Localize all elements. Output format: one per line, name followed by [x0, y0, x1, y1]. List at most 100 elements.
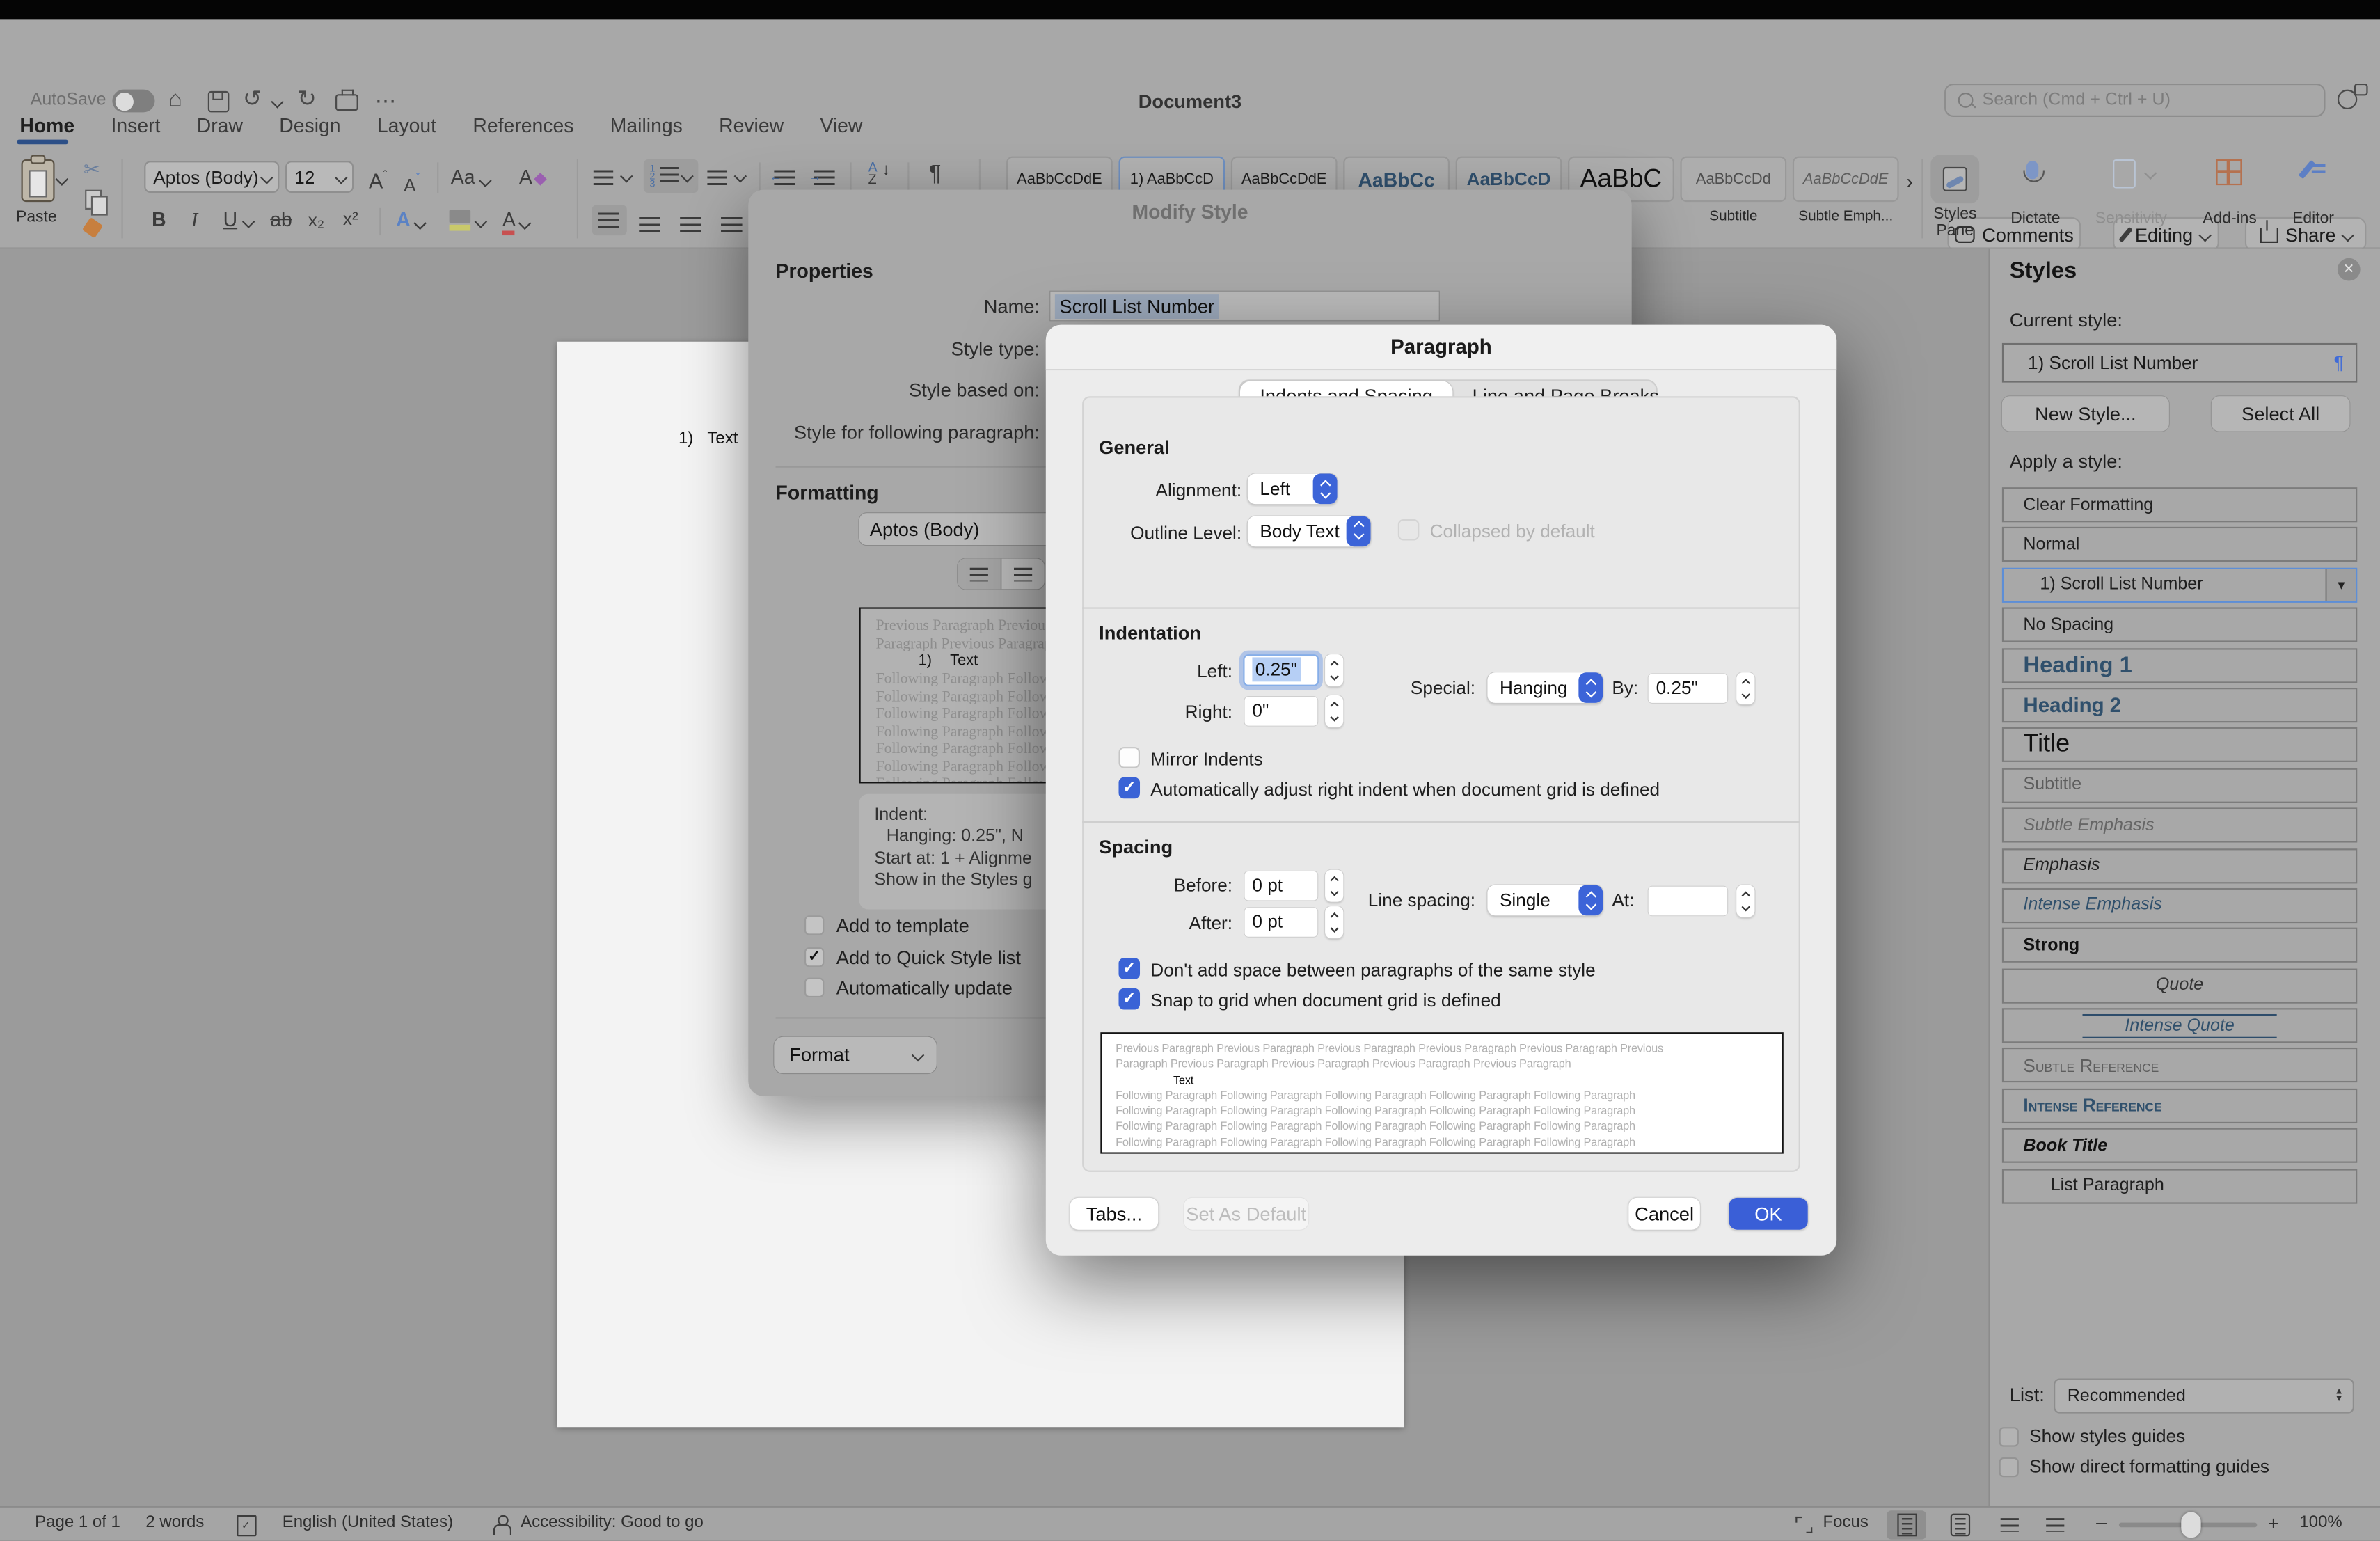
view-print-layout-button[interactable]	[1887, 1510, 1926, 1538]
format-painter-icon[interactable]	[82, 217, 103, 238]
underline-chevron-icon[interactable]	[243, 215, 255, 227]
new-style-button[interactable]: New Style...	[2002, 396, 2169, 431]
ribbon-tab[interactable]: Insert	[111, 114, 160, 137]
word-count[interactable]: 2 words	[145, 1514, 204, 1532]
italic-button[interactable]: I	[191, 210, 198, 229]
style-list-item[interactable]: Subtitle	[2002, 768, 2357, 803]
line-spacing-select[interactable]: Single	[1487, 885, 1603, 916]
ribbon-tab[interactable]: Home	[19, 114, 74, 137]
styles-pane-close-button[interactable]: ✕	[2338, 258, 2361, 281]
ribbon-tab[interactable]: Mailings	[610, 114, 683, 137]
spacing-before-input[interactable]: 0 pt	[1245, 871, 1318, 899]
page-indicator[interactable]: Page 1 of 1	[35, 1514, 120, 1532]
zoom-slider-knob[interactable]	[2181, 1512, 2200, 1538]
view-outline-button[interactable]	[1990, 1510, 2029, 1538]
select-all-button[interactable]: Select All	[2212, 396, 2349, 431]
cancel-button[interactable]: Cancel	[1628, 1198, 1700, 1230]
grow-font-icon[interactable]: Aˆ	[369, 166, 387, 191]
ribbon-tab[interactable]: References	[473, 114, 573, 137]
align-center-button[interactable]	[639, 212, 660, 239]
bullets-dropdown[interactable]	[594, 166, 613, 193]
snap-to-grid-checkbox-checked[interactable]	[1118, 988, 1140, 1010]
style-list-item[interactable]: Emphasis	[2002, 848, 2357, 883]
superscript-button[interactable]: x²	[343, 210, 358, 229]
gallery-expand-icon[interactable]: ›	[1906, 170, 1912, 193]
indent-right-input[interactable]: 0"	[1245, 696, 1318, 725]
indent-left-stepper[interactable]	[1325, 654, 1343, 686]
text-effects-dropdown[interactable]: A	[396, 210, 423, 229]
doc-text[interactable]: Text	[707, 429, 738, 448]
decrease-indent-button[interactable]: ←	[774, 166, 795, 193]
at-stepper[interactable]	[1736, 885, 1754, 917]
style-list-item[interactable]: Quote	[2002, 968, 2357, 1003]
style-list-item[interactable]: Title	[2002, 728, 2357, 763]
format-menu-button[interactable]: Format	[774, 1037, 936, 1073]
ribbon-tab[interactable]: Review	[719, 114, 784, 137]
highlight-dropdown[interactable]	[450, 210, 471, 223]
style-list-item[interactable]: Book Title	[2002, 1128, 2357, 1163]
numbering-dropdown-selected[interactable]: 123	[644, 159, 699, 193]
language-indicator[interactable]: English (United States)	[283, 1514, 453, 1532]
dictate-icon[interactable]	[2026, 159, 2038, 187]
font-name-select[interactable]: Aptos (Body)	[144, 161, 279, 193]
style-list-item[interactable]: Clear Formatting	[2002, 487, 2357, 522]
by-input[interactable]: 0.25"	[1649, 673, 1727, 702]
style-list-item[interactable]: Intense Quote	[2002, 1008, 2357, 1043]
style-list-item[interactable]: Heading 2	[2002, 688, 2357, 722]
style-gallery-tile[interactable]: AaBbCcDdESubtle Emph...	[1793, 157, 1899, 225]
special-select[interactable]: Hanging	[1487, 672, 1603, 703]
ok-button[interactable]: OK	[1729, 1198, 1807, 1230]
spacing-before-stepper[interactable]	[1325, 870, 1343, 902]
sort-button[interactable]: AZ↓	[868, 161, 878, 185]
zoom-in-button[interactable]: +	[2268, 1512, 2280, 1535]
style-list-item[interactable]: 1) Scroll List Number	[2002, 567, 2357, 602]
auto-adjust-checkbox-checked[interactable]	[1118, 777, 1140, 799]
align-right-button[interactable]	[680, 212, 701, 239]
style-list-item[interactable]: Intense Reference	[2002, 1089, 2357, 1123]
align-justify-button[interactable]	[721, 212, 743, 239]
cut-icon[interactable]: ✂	[84, 159, 100, 179]
show-paragraph-marks-button[interactable]: ¶	[929, 164, 942, 184]
auto-update-checkbox[interactable]	[804, 978, 824, 997]
multilevel-list-dropdown[interactable]	[707, 166, 727, 193]
ribbon-tab[interactable]: View	[820, 114, 862, 137]
style-gallery-tile[interactable]: AaBbCcDdSubtitle	[1681, 157, 1787, 225]
modify-align-left-selected[interactable]	[958, 559, 1000, 590]
style-list-item[interactable]: Subtle Emphasis	[2002, 808, 2357, 843]
proofing-icon[interactable]: ✓	[237, 1515, 256, 1537]
clear-formatting-icon[interactable]: A	[519, 167, 544, 187]
spacing-after-stepper[interactable]	[1325, 906, 1343, 938]
style-list-item[interactable]: List Paragraph	[2002, 1169, 2357, 1203]
style-name-input[interactable]: Scroll List Number	[1050, 292, 1438, 320]
mirror-indents-checkbox[interactable]	[1118, 747, 1140, 768]
styles-pane-button-active[interactable]	[1930, 155, 1979, 203]
style-list-item[interactable]: Intense Emphasis	[2002, 888, 2357, 923]
tabs-button[interactable]: Tabs...	[1070, 1198, 1159, 1230]
copy-icon[interactable]	[85, 190, 102, 210]
strikethrough-button[interactable]: ab	[270, 210, 292, 229]
zoom-level[interactable]: 100%	[2299, 1514, 2342, 1532]
modify-align-center[interactable]	[1000, 559, 1044, 590]
ribbon-tab[interactable]: Design	[279, 114, 340, 137]
at-input[interactable]	[1649, 886, 1727, 915]
add-to-template-checkbox[interactable]	[804, 915, 824, 935]
subscript-button[interactable]: x₂	[308, 211, 324, 230]
addins-icon[interactable]	[2216, 159, 2242, 185]
indent-right-stepper[interactable]	[1325, 695, 1343, 727]
quick-style-checkbox-checked[interactable]: ✓	[804, 947, 824, 967]
align-left-button-selected[interactable]	[592, 205, 627, 235]
view-draft-button[interactable]	[2036, 1510, 2075, 1538]
accessibility-icon[interactable]	[492, 1515, 510, 1535]
alignment-select[interactable]: Left	[1248, 474, 1338, 505]
font-color-dropdown[interactable]: A	[502, 210, 528, 229]
change-case-dropdown[interactable]: Aa	[451, 167, 489, 187]
ribbon-tab[interactable]: Layout	[377, 114, 436, 137]
show-direct-guides-checkbox[interactable]	[1999, 1457, 2019, 1477]
font-size-select[interactable]: 12	[285, 161, 354, 193]
editor-icon[interactable]	[2304, 159, 2310, 187]
focus-button[interactable]: Focus	[1823, 1514, 1869, 1532]
ribbon-tab[interactable]: Draw	[197, 114, 243, 137]
underline-button[interactable]: U	[223, 210, 237, 229]
view-web-layout-button[interactable]	[1939, 1510, 1979, 1538]
indent-left-input-focused[interactable]: 0.25"	[1245, 655, 1318, 683]
